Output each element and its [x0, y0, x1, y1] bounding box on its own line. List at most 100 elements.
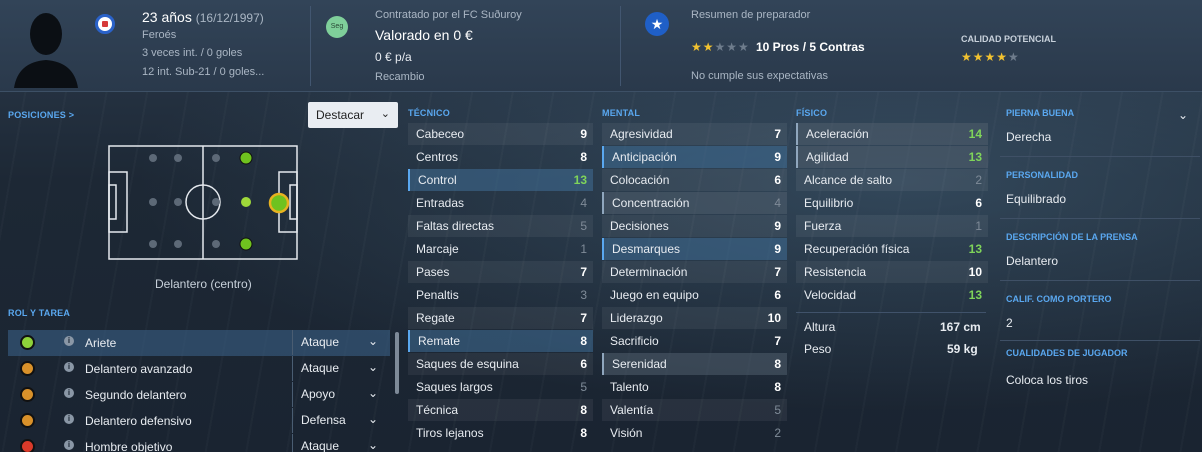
chevron-down-icon: ⌄ — [367, 412, 378, 426]
attr-row[interactable]: Sacrificio 7 — [602, 330, 787, 352]
attr-row[interactable]: Talento 8 — [602, 376, 787, 398]
attr-value: 5 — [774, 403, 781, 417]
chevron-down-icon[interactable]: ⌄ — [1178, 108, 1188, 122]
attr-row[interactable]: Tiros lejanos 8 — [408, 422, 593, 444]
attr-row[interactable]: Decisiones 9 — [602, 215, 787, 237]
attr-row[interactable]: Saques largos 5 — [408, 376, 593, 398]
attr-name: Determinación — [610, 265, 688, 279]
attr-row[interactable]: Equilibrio 6 — [796, 192, 988, 214]
attr-row[interactable]: Marcaje 1 — [408, 238, 593, 260]
header-divider — [310, 6, 311, 86]
attr-name: Resistencia — [804, 265, 867, 279]
duty-select[interactable]: Ataque ⌄ — [292, 356, 388, 381]
u21-caps: 12 int. Sub-21 / 0 goles... — [142, 66, 265, 78]
press-description-value: Delantero — [1006, 254, 1059, 268]
attr-row[interactable]: Velocidad 13 — [796, 284, 988, 306]
attr-name: Talento — [610, 380, 649, 394]
personality-label: PERSONALIDAD — [1006, 170, 1079, 180]
role-name: Segundo delantero — [85, 388, 187, 402]
attr-row[interactable]: Desmarques 9 — [602, 238, 787, 260]
attr-value: 9 — [580, 127, 587, 141]
attr-row[interactable]: Faltas directas 5 — [408, 215, 593, 237]
nationality[interactable]: Feroés — [142, 29, 176, 41]
coach-report-star-icon[interactable]: ★ — [645, 12, 669, 36]
potential-label: CALIDAD POTENCIAL — [961, 34, 1056, 44]
chevron-down-icon: ⌄ — [367, 386, 378, 400]
info-icon[interactable]: i — [64, 388, 74, 398]
role-row[interactable]: i Hombre objetivo Ataque ⌄ — [8, 434, 390, 452]
info-icon[interactable]: i — [64, 362, 74, 372]
attr-row[interactable]: Serenidad 8 — [602, 353, 787, 375]
attr-name: Saques de esquina — [416, 357, 519, 371]
attr-value: 4 — [580, 196, 587, 210]
attr-row[interactable]: Colocación 6 — [602, 169, 787, 191]
role-row[interactable]: i Delantero avanzado Ataque ⌄ — [8, 356, 390, 382]
player-traits-label: CUALIDADES DE JUGADOR — [1006, 348, 1128, 358]
duty-value: Ataque — [301, 439, 340, 452]
info-icon[interactable]: i — [64, 336, 74, 346]
chevron-down-icon: ⌄ — [367, 334, 378, 348]
attr-row[interactable]: Recuperación física 13 — [796, 238, 988, 260]
info-icon[interactable]: i — [64, 414, 74, 424]
attr-value: 7 — [774, 334, 781, 348]
attr-value: 7 — [774, 127, 781, 141]
attr-name: Control — [418, 173, 457, 187]
role-row[interactable]: i Delantero defensivo Defensa ⌄ — [8, 408, 390, 434]
roles-scrollbar[interactable] — [395, 332, 399, 394]
attr-row[interactable]: Pases 7 — [408, 261, 593, 283]
attr-row[interactable]: Valentía 5 — [602, 399, 787, 421]
coach-report-title[interactable]: Resumen de preparador — [691, 9, 810, 21]
duty-select[interactable]: Apoyo ⌄ — [292, 382, 388, 407]
attr-row[interactable]: Fuerza 1 — [796, 215, 988, 237]
age-value: 23 años — [142, 9, 192, 25]
attr-row[interactable]: Liderazgo 10 — [602, 307, 787, 329]
attr-row[interactable]: Juego en equipo 6 — [602, 284, 787, 306]
attr-row[interactable]: Entradas 4 — [408, 192, 593, 214]
seg-badge-icon: Seg — [326, 16, 348, 38]
attr-row[interactable]: Visión 2 — [602, 422, 787, 444]
attr-row[interactable]: Agresividad 7 — [602, 123, 787, 145]
attr-value: 9 — [774, 219, 781, 233]
attr-value: 7 — [774, 265, 781, 279]
squad-status: Recambio — [375, 71, 425, 83]
attr-name: Sacrificio — [610, 334, 659, 348]
attr-row[interactable]: Alcance de salto 2 — [796, 169, 988, 191]
attr-row[interactable]: Remate 8 — [408, 330, 593, 352]
attr-value: 2 — [774, 426, 781, 440]
duty-select[interactable]: Ataque ⌄ — [292, 330, 388, 355]
attr-row[interactable]: Agilidad 13 — [796, 146, 988, 168]
attr-name: Concentración — [612, 196, 690, 210]
attr-row[interactable]: Centros 8 — [408, 146, 593, 168]
attr-name: Desmarques — [612, 242, 681, 256]
attr-row[interactable]: Resistencia 10 — [796, 261, 988, 283]
role-row[interactable]: i Segundo delantero Apoyo ⌄ — [8, 382, 390, 408]
attr-row[interactable]: Control 13 — [408, 169, 593, 191]
club-badge-icon[interactable] — [95, 14, 115, 34]
attr-row[interactable]: Anticipación 9 — [602, 146, 787, 168]
positions-link[interactable]: POSICIONES > — [8, 110, 74, 120]
attr-row[interactable]: Técnica 8 — [408, 399, 593, 421]
attr-row[interactable]: Determinación 7 — [602, 261, 787, 283]
attr-name: Decisiones — [610, 219, 669, 233]
duty-select[interactable]: Defensa ⌄ — [292, 408, 388, 433]
role-row[interactable]: i Ariete Ataque ⌄ — [8, 330, 390, 356]
attr-row[interactable]: Cabeceo 9 — [408, 123, 593, 145]
role-name: Ariete — [85, 336, 117, 350]
attr-row[interactable]: Saques de esquina 6 — [408, 353, 593, 375]
attr-name: Centros — [416, 150, 459, 164]
info-icon[interactable]: i — [64, 440, 74, 450]
chevron-down-icon: ⌄ — [380, 108, 390, 120]
attr-row[interactable]: Penaltis 3 — [408, 284, 593, 306]
attr-row[interactable]: Regate 7 — [408, 307, 593, 329]
contract-club[interactable]: Contratado por el FC Suðuroy — [375, 9, 522, 21]
attr-row[interactable]: Concentración 4 — [602, 192, 787, 214]
duty-value: Ataque — [301, 361, 340, 375]
duty-select[interactable]: Ataque ⌄ — [292, 434, 388, 452]
divider — [796, 312, 986, 313]
technical-label: TÉCNICO — [408, 108, 450, 118]
attr-row[interactable]: Aceleración 14 — [796, 123, 988, 145]
attr-name: Remate — [418, 334, 461, 348]
role-suitability-icon — [20, 387, 35, 402]
highlight-select[interactable]: Destacar ⌄ — [308, 102, 398, 128]
player-age: 23 años (16/12/1997) — [142, 9, 264, 25]
